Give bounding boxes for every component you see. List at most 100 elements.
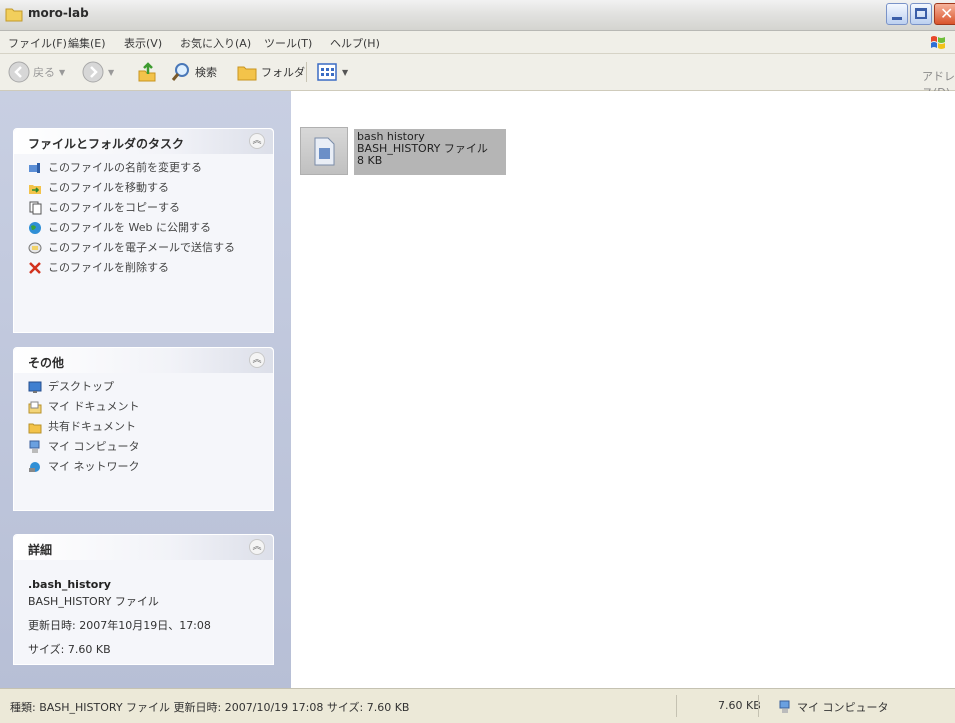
- back-button[interactable]: 戻る ▼: [8, 60, 65, 84]
- shared-folder-icon: [28, 423, 42, 434]
- windows-logo-icon: [931, 36, 945, 49]
- forward-arrow-icon: [82, 61, 104, 83]
- place-label: マイ ドキュメント: [48, 400, 140, 413]
- folders-button[interactable]: フォルダ: [236, 60, 305, 84]
- menu-tools[interactable]: ツール(T): [264, 35, 312, 51]
- file-size: 8 KB: [357, 154, 383, 167]
- back-label: 戻る: [33, 66, 55, 79]
- toolbar: 戻る ▼ ▼ 検索 フォルダ ▼ アドレス(: [0, 54, 955, 99]
- collapse-icon[interactable]: ︽: [249, 539, 265, 555]
- window-title: moro-lab: [28, 6, 89, 20]
- file-tasks-panel: ファイルとフォルダのタスク ︽ このファイルの名前を変更する このファイルを移動…: [13, 128, 274, 333]
- task-delete[interactable]: このファイルを削除する: [28, 262, 263, 275]
- folder-icon: [5, 8, 23, 22]
- status-divider: [676, 695, 677, 717]
- search-icon: [171, 63, 189, 81]
- menu-file[interactable]: ファイル(F): [8, 35, 67, 51]
- collapse-icon[interactable]: ︽: [249, 133, 265, 149]
- close-button[interactable]: ✕: [934, 3, 955, 25]
- rename-icon: [29, 163, 40, 173]
- network-icon: [29, 462, 40, 472]
- task-email[interactable]: このファイルを電子メールで送信する: [28, 242, 263, 255]
- toolbar-separator: [306, 62, 307, 82]
- my-computer-icon: [779, 700, 790, 713]
- up-folder-button[interactable]: [136, 60, 158, 84]
- detail-size: サイズ: 7.60 KB: [28, 643, 111, 656]
- task-label: このファイルを電子メールで送信する: [48, 241, 235, 254]
- details-title: 詳細: [28, 543, 53, 557]
- delete-icon: [29, 262, 41, 274]
- up-folder-icon: [138, 62, 156, 82]
- task-label: このファイルを削除する: [48, 261, 169, 274]
- file-label: bash history BASH_HISTORY ファイル 8 KB: [354, 129, 506, 175]
- menu-favorites[interactable]: お気に入り(A): [180, 35, 251, 51]
- other-places-panel: その他 ︽ デスクトップ マイ ドキュメント 共有ドキュメント マイ コンピュー…: [13, 347, 274, 511]
- detail-modified: 更新日時: 2007年10月19日、17:08: [28, 619, 211, 632]
- task-pane: ファイルとフォルダのタスク ︽ このファイルの名前を変更する このファイルを移動…: [0, 91, 291, 688]
- maximize-icon: [915, 8, 927, 19]
- menu-help[interactable]: ヘルプ(H): [330, 35, 380, 51]
- email-icon: [28, 242, 42, 254]
- file-thumbnail: [300, 127, 348, 175]
- place-network[interactable]: マイ ネットワーク: [28, 461, 263, 474]
- folders-label: フォルダ: [261, 66, 305, 79]
- menu-edit[interactable]: 編集(E): [68, 35, 106, 51]
- task-label: このファイルをコピーする: [48, 201, 180, 214]
- move-icon: [29, 185, 41, 194]
- task-publish-web[interactable]: このファイルを Web に公開する: [28, 222, 263, 235]
- minimize-icon: [892, 17, 902, 20]
- back-arrow-icon: [8, 61, 30, 83]
- file-tasks-title: ファイルとフォルダのタスク: [28, 137, 185, 151]
- menu-view[interactable]: 表示(V): [124, 35, 162, 51]
- status-size: 7.60 KB: [718, 699, 761, 712]
- detail-file-type: BASH_HISTORY ファイル: [28, 595, 159, 608]
- folders-icon: [237, 66, 257, 81]
- dropdown-arrow-icon: ▼: [108, 67, 115, 77]
- other-places-title: その他: [28, 356, 65, 370]
- place-label: 共有ドキュメント: [48, 420, 136, 433]
- place-my-documents[interactable]: マイ ドキュメント: [28, 401, 263, 414]
- detail-file-name: .bash_history: [28, 578, 111, 591]
- desktop-icon: [28, 381, 42, 393]
- generic-file-icon: [314, 137, 335, 166]
- place-label: マイ コンピュータ: [48, 440, 140, 453]
- place-my-computer[interactable]: マイ コンピュータ: [28, 440, 263, 454]
- my-computer-icon: [29, 440, 40, 453]
- title-bar[interactable]: moro-lab ✕: [0, 0, 955, 31]
- status-bar: 種類: BASH_HISTORY ファイル 更新日時: 2007/10/19 1…: [0, 688, 955, 723]
- maximize-button[interactable]: [910, 3, 932, 25]
- place-label: デスクトップ: [48, 380, 114, 393]
- task-label: このファイルを移動する: [48, 181, 169, 194]
- place-desktop[interactable]: デスクトップ: [28, 381, 263, 394]
- minimize-button[interactable]: [886, 3, 908, 25]
- collapse-icon[interactable]: ︽: [249, 352, 265, 368]
- copy-icon: [29, 201, 42, 215]
- dropdown-arrow-icon: ▼: [342, 67, 349, 77]
- search-button[interactable]: 検索: [170, 60, 217, 84]
- task-label: このファイルの名前を変更する: [48, 161, 202, 174]
- status-info: 種類: BASH_HISTORY ファイル 更新日時: 2007/10/19 1…: [10, 701, 410, 714]
- forward-button[interactable]: ▼: [82, 60, 114, 84]
- file-list-area[interactable]: bash history BASH_HISTORY ファイル 8 KB: [291, 91, 955, 688]
- status-location: マイ コンピュータ: [778, 699, 889, 715]
- status-location-label: マイ コンピュータ: [797, 701, 889, 714]
- file-item[interactable]: bash history BASH_HISTORY ファイル 8 KB: [300, 127, 506, 175]
- other-places-header[interactable]: その他 ︽: [14, 348, 273, 373]
- status-divider: [758, 695, 759, 717]
- my-documents-icon: [28, 401, 42, 414]
- globe-icon: [29, 222, 41, 234]
- search-label: 検索: [195, 66, 217, 79]
- task-rename[interactable]: このファイルの名前を変更する: [28, 162, 263, 175]
- views-button[interactable]: ▼: [316, 60, 348, 84]
- task-copy[interactable]: このファイルをコピーする: [28, 201, 263, 215]
- file-tasks-header[interactable]: ファイルとフォルダのタスク ︽: [14, 129, 273, 154]
- menu-bar: ファイル(F) 編集(E) 表示(V) お気に入り(A) ツール(T) ヘルプ(…: [0, 31, 955, 54]
- details-header[interactable]: 詳細 ︽: [14, 535, 273, 560]
- details-panel: 詳細 ︽ .bash_history BASH_HISTORY ファイル 更新日…: [13, 534, 274, 665]
- place-shared-documents[interactable]: 共有ドキュメント: [28, 421, 263, 434]
- views-icon: [317, 63, 337, 81]
- close-icon: ✕: [940, 4, 954, 23]
- task-label: このファイルを Web に公開する: [48, 221, 211, 234]
- dropdown-arrow-icon: ▼: [59, 67, 66, 77]
- task-move[interactable]: このファイルを移動する: [28, 182, 263, 195]
